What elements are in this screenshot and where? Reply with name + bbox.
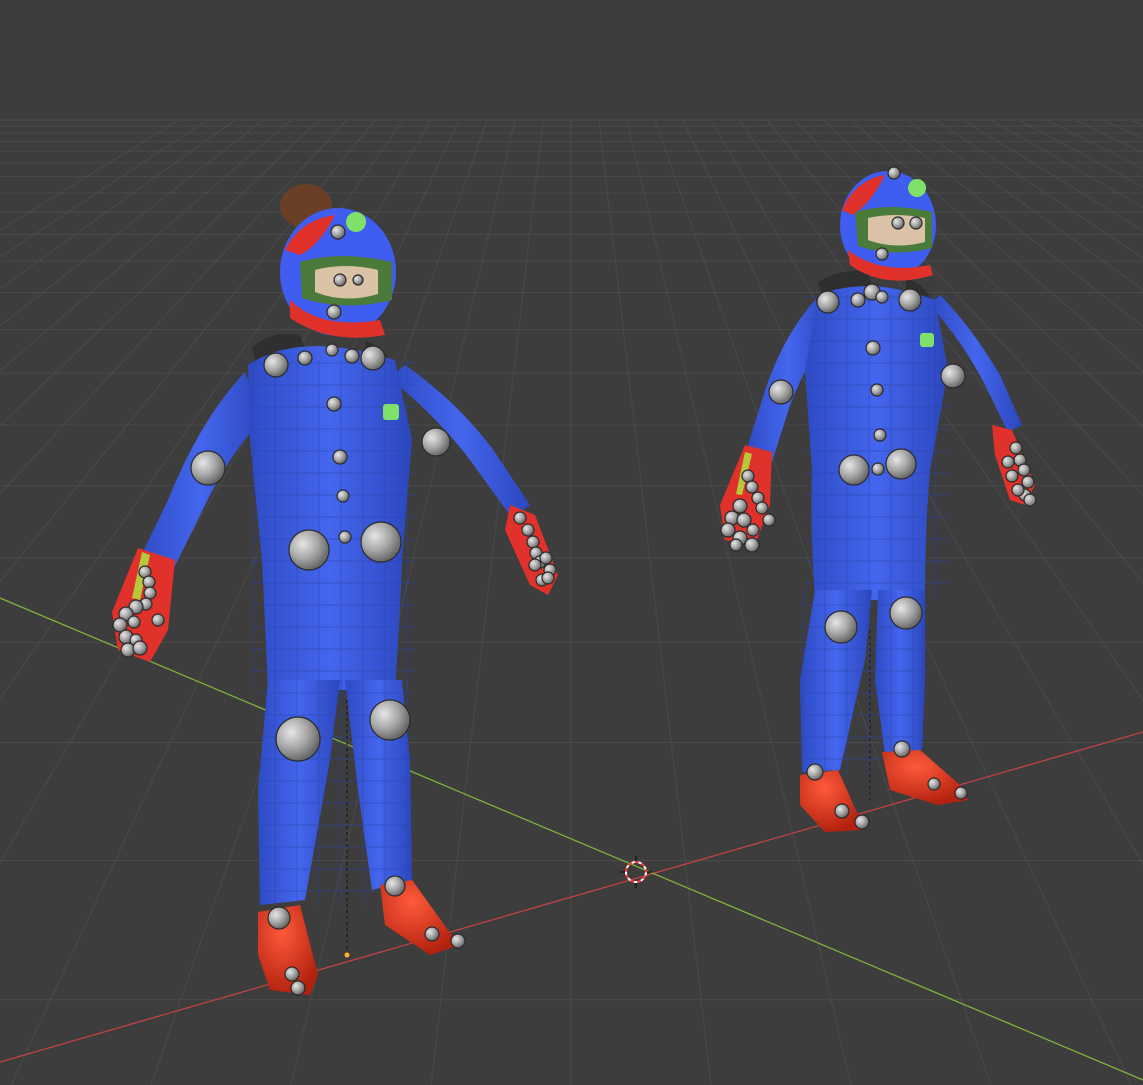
rig-control-sphere[interactable] [834,803,850,819]
rig-control-sphere[interactable] [541,571,555,585]
rig-control-sphere[interactable] [513,511,527,525]
rig-control-sphere[interactable] [190,450,226,486]
rig-control-sphere[interactable] [297,350,313,366]
rig-control-sphere[interactable] [521,523,535,537]
rig-control-sphere[interactable] [816,290,840,314]
rig-control-sphere[interactable] [424,926,440,942]
rig-control-sphere[interactable] [290,980,306,996]
rig-control-sphere[interactable] [284,966,300,982]
rig-control-sphere[interactable] [909,216,923,230]
rig-control-sphere[interactable] [360,521,402,563]
rig-control-sphere[interactable] [1011,483,1025,497]
rig-control-sphere[interactable] [940,363,966,389]
rig-control-sphere[interactable] [338,530,352,544]
rig-control-sphere[interactable] [421,427,451,457]
rig-control-sphere[interactable] [762,513,776,527]
rig-control-sphere[interactable] [875,290,889,304]
rig-control-sphere[interactable] [326,304,342,320]
character-racer-right[interactable] [720,166,1037,832]
rig-control-sphere[interactable] [898,288,922,312]
rig-control-sphere[interactable] [360,345,386,371]
rig-control-sphere[interactable] [870,383,884,397]
rig-control-sphere[interactable] [1005,469,1019,483]
rig-control-sphere[interactable] [850,292,866,308]
rig-control-sphere[interactable] [891,216,905,230]
rig-control-sphere[interactable] [806,763,824,781]
rig-control-sphere[interactable] [875,247,889,261]
rig-control-sphere[interactable] [1009,441,1023,455]
rig-control-sphere[interactable] [865,340,881,356]
viewport-scene[interactable] [0,0,1143,1085]
rig-control-sphere[interactable] [768,379,794,405]
3d-viewport[interactable] [0,0,1143,1085]
rig-control-sphere[interactable] [127,615,141,629]
rig-control-sphere[interactable] [267,906,291,930]
rig-control-sphere[interactable] [336,489,350,503]
rig-control-sphere[interactable] [746,523,760,537]
rig-control-sphere[interactable] [871,462,885,476]
rig-control-sphere[interactable] [824,610,858,644]
rig-control-sphere[interactable] [352,274,364,286]
rig-control-sphere[interactable] [732,498,748,514]
rig-control-sphere[interactable] [325,343,339,357]
rig-control-sphere[interactable] [330,224,346,240]
rig-control-sphere[interactable] [142,575,156,589]
floor-grid [0,119,1143,1085]
character-racer-left[interactable] [112,184,558,996]
rig-control-sphere[interactable] [288,529,330,571]
rig-control-sphere[interactable] [369,699,411,741]
rig-control-sphere[interactable] [333,273,347,287]
rig-control-sphere[interactable] [893,740,911,758]
rig-control-sphere[interactable] [1017,463,1031,477]
rig-control-sphere[interactable] [889,596,923,630]
rig-control-sphere[interactable] [720,522,736,538]
rig-control-sphere[interactable] [344,348,360,364]
rig-control-sphere[interactable] [873,428,887,442]
rig-control-sphere[interactable] [887,166,901,180]
rig-control-sphere[interactable] [528,558,542,572]
rig-control-sphere[interactable] [744,537,760,553]
rig-control-sphere[interactable] [326,396,342,412]
rig-control-sphere[interactable] [263,352,289,378]
rig-control-sphere[interactable] [755,501,769,515]
rig-control-sphere[interactable] [1021,475,1035,489]
rig-control-sphere[interactable] [132,640,148,656]
rig-control-sphere[interactable] [927,777,941,791]
rig-control-sphere[interactable] [741,469,755,483]
rig-control-sphere[interactable] [1023,493,1037,507]
rig-control-sphere[interactable] [854,814,870,830]
rig-control-sphere[interactable] [729,538,743,552]
rig-control-sphere[interactable] [151,613,165,627]
rig-control-sphere[interactable] [332,449,348,465]
rig-control-sphere[interactable] [745,480,759,494]
rig-control-sphere[interactable] [838,454,870,486]
rig-control-sphere[interactable] [143,586,157,600]
rig-control-sphere[interactable] [1001,455,1015,469]
rig-control-sphere[interactable] [450,933,466,949]
rig-control-sphere[interactable] [954,786,968,800]
rig-control-sphere[interactable] [384,875,406,897]
rig-control-sphere[interactable] [539,551,553,565]
rig-control-sphere[interactable] [275,716,321,762]
rig-control-sphere[interactable] [885,448,917,480]
rig-control-sphere[interactable] [526,535,540,549]
